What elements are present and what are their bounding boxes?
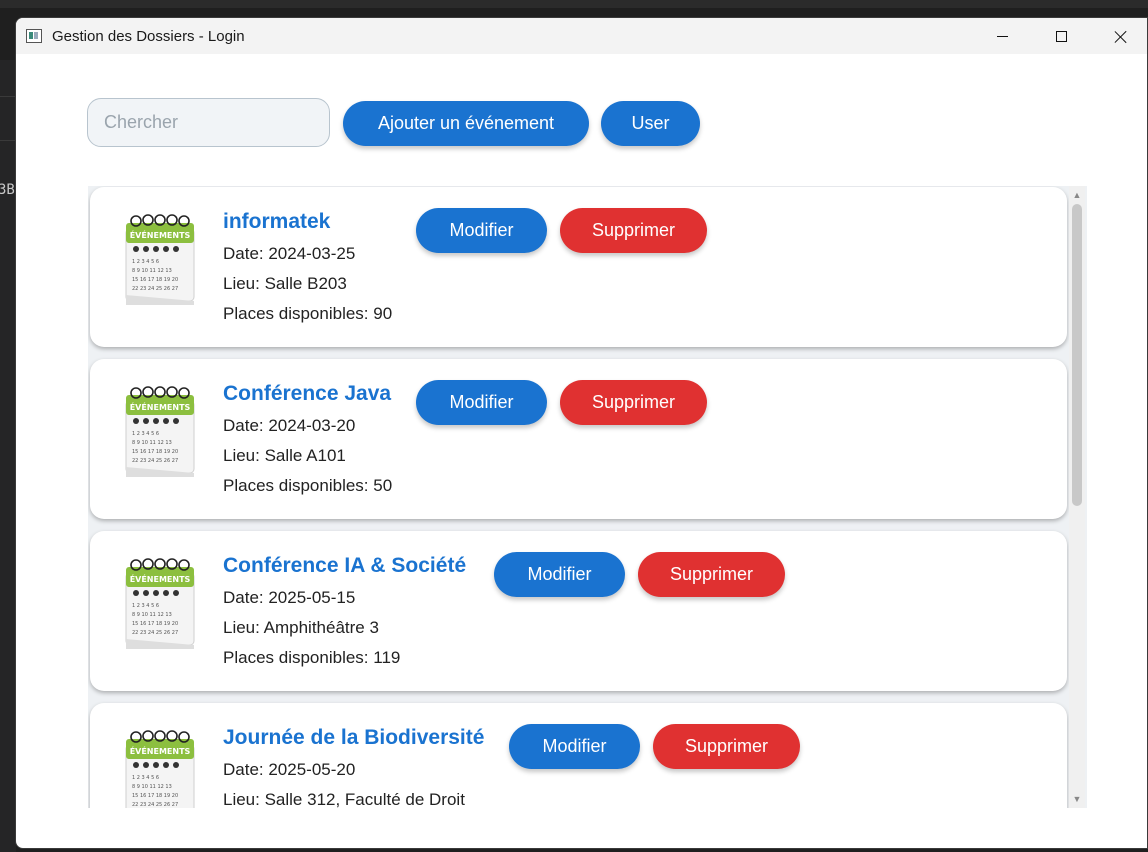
- event-places: Places disponibles: 50: [223, 476, 393, 495]
- modify-button[interactable]: Modifier: [494, 552, 625, 597]
- modify-button[interactable]: Modifier: [416, 208, 547, 253]
- app-window: Gestion des Dossiers - Login Ajouter un …: [15, 17, 1148, 849]
- event-card: ÉVÉNEMENTS 1 2 3 4 5 6 8 9 10 11 12 13 15 …: [90, 359, 1067, 519]
- svg-text:8 9 10 11 12 13: 8 9 10 11 12 13: [132, 784, 172, 790]
- close-button[interactable]: [1091, 18, 1147, 54]
- scroll-up-arrow-icon[interactable]: ▲: [1069, 188, 1085, 202]
- event-card: ÉVÉNEMENTS 1 2 3 4 5 6 8 9 10 11 12 13 15 …: [90, 703, 1067, 808]
- svg-text:8 9 10 11 12 13: 8 9 10 11 12 13: [132, 612, 172, 618]
- svg-text:22 23 24 25 26 27: 22 23 24 25 26 27: [132, 286, 178, 292]
- calendar-evenements-icon: ÉVÉNEMENTS 1 2 3 4 5 6 8 9 10 11 12 13 15 …: [125, 214, 195, 305]
- svg-text:1 2 3 4 5 6: 1 2 3 4 5 6: [132, 431, 159, 437]
- delete-button[interactable]: Supprimer: [653, 724, 800, 769]
- desktop-edge-text: 3B: [0, 182, 15, 198]
- event-places: Places disponibles: 90: [223, 304, 393, 323]
- app-icon: [26, 29, 42, 43]
- svg-text:ÉVÉNEMENTS: ÉVÉNEMENTS: [130, 745, 191, 756]
- event-date: Date: 2025-05-20: [223, 760, 356, 779]
- maximize-icon: [1055, 30, 1067, 42]
- event-location: Lieu: Salle A101: [223, 446, 346, 465]
- add-event-button[interactable]: Ajouter un événement: [343, 101, 589, 146]
- svg-text:1 2 3 4 5 6: 1 2 3 4 5 6: [132, 603, 159, 609]
- svg-text:22 23 24 25 26 27: 22 23 24 25 26 27: [132, 458, 178, 464]
- maximize-button[interactable]: [1032, 18, 1090, 54]
- svg-text:8 9 10 11 12 13: 8 9 10 11 12 13: [132, 268, 172, 274]
- calendar-evenements-icon: ÉVÉNEMENTS 1 2 3 4 5 6 8 9 10 11 12 13 15 …: [125, 558, 195, 649]
- user-button[interactable]: User: [601, 101, 700, 146]
- close-icon: [1114, 30, 1127, 43]
- event-location: Lieu: Salle B203: [223, 274, 347, 293]
- modify-button[interactable]: Modifier: [416, 380, 547, 425]
- event-date: Date: 2025-05-15: [223, 588, 356, 607]
- scroll-down-arrow-icon[interactable]: ▼: [1069, 792, 1085, 806]
- event-title: Conférence IA & Société: [223, 554, 467, 577]
- delete-button[interactable]: Supprimer: [638, 552, 785, 597]
- desktop-top-bar: [0, 0, 1148, 8]
- title-bar[interactable]: Gestion des Dossiers - Login: [16, 18, 1147, 54]
- search-input[interactable]: [87, 98, 330, 147]
- vertical-scrollbar[interactable]: ▲ ▼: [1069, 186, 1085, 808]
- svg-text:22 23 24 25 26 27: 22 23 24 25 26 27: [132, 802, 178, 808]
- delete-button[interactable]: Supprimer: [560, 208, 707, 253]
- event-location: Lieu: Amphithéâtre 3: [223, 618, 379, 637]
- svg-text:15 16 17 18 19 20: 15 16 17 18 19 20: [132, 449, 178, 455]
- event-location: Lieu: Salle 312, Faculté de Droit: [223, 790, 465, 808]
- modify-button[interactable]: Modifier: [509, 724, 640, 769]
- event-date: Date: 2024-03-25: [223, 244, 356, 263]
- svg-text:22 23 24 25 26 27: 22 23 24 25 26 27: [132, 630, 178, 636]
- svg-text:ÉVÉNEMENTS: ÉVÉNEMENTS: [130, 573, 191, 584]
- svg-text:15 16 17 18 19 20: 15 16 17 18 19 20: [132, 277, 178, 283]
- minimize-icon: [996, 35, 1008, 37]
- svg-text:8 9 10 11 12 13: 8 9 10 11 12 13: [132, 440, 172, 446]
- calendar-evenements-icon: ÉVÉNEMENTS 1 2 3 4 5 6 8 9 10 11 12 13 15 …: [125, 386, 195, 477]
- desktop-background-panel: [0, 60, 16, 852]
- minimize-button[interactable]: [973, 18, 1031, 54]
- svg-text:1 2 3 4 5 6: 1 2 3 4 5 6: [132, 259, 159, 265]
- delete-button[interactable]: Supprimer: [560, 380, 707, 425]
- svg-text:ÉVÉNEMENTS: ÉVÉNEMENTS: [130, 401, 191, 412]
- svg-text:15 16 17 18 19 20: 15 16 17 18 19 20: [132, 621, 178, 627]
- window-title: Gestion des Dossiers - Login: [52, 28, 245, 45]
- svg-text:1 2 3 4 5 6: 1 2 3 4 5 6: [132, 775, 159, 781]
- svg-text:15 16 17 18 19 20: 15 16 17 18 19 20: [132, 793, 178, 799]
- scroll-thumb[interactable]: [1072, 204, 1082, 506]
- calendar-evenements-icon: ÉVÉNEMENTS 1 2 3 4 5 6 8 9 10 11 12 13 15 …: [125, 730, 195, 808]
- event-card: ÉVÉNEMENTS 1 2 3 4 5 6 8 9 10 11 12 13 15 …: [90, 187, 1067, 347]
- event-date: Date: 2024-03-20: [223, 416, 356, 435]
- event-title: Conférence Java: [223, 382, 392, 405]
- svg-text:ÉVÉNEMENTS: ÉVÉNEMENTS: [130, 229, 191, 240]
- event-title: Journée de la Biodiversité: [223, 726, 485, 749]
- event-card: ÉVÉNEMENTS 1 2 3 4 5 6 8 9 10 11 12 13 15 …: [90, 531, 1067, 691]
- event-places: Places disponibles: 119: [223, 648, 401, 667]
- event-title: informatek: [223, 210, 331, 233]
- event-list[interactable]: ÉVÉNEMENTS 1 2 3 4 5 6 8 9 10 11 12 13 15 …: [88, 186, 1087, 808]
